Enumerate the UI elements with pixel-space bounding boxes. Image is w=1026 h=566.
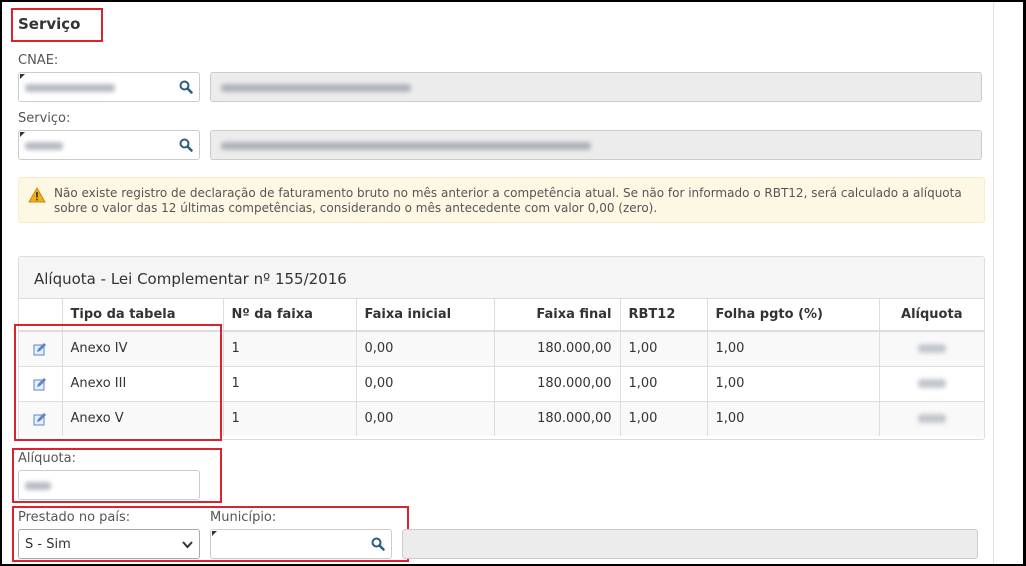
search-icon[interactable] — [179, 138, 193, 152]
servico-label: Serviço: — [18, 111, 71, 126]
aliquota-panel-title: Alíquota - Lei Complementar nº 155/2016 — [34, 270, 347, 288]
highlight-table-type-column — [14, 324, 222, 441]
search-icon[interactable] — [179, 80, 193, 94]
faixa-cell: 1 — [223, 400, 357, 436]
rbt12-warning-alert: Não existe registro de declaração de fat… — [18, 177, 985, 223]
column-header-final: Faixa final — [494, 299, 621, 332]
faixa-cell: 1 — [223, 365, 357, 401]
cnae-description — [210, 72, 982, 102]
inicial-cell: 0,00 — [356, 365, 495, 401]
cnae-description-value — [221, 84, 411, 92]
rbt12-cell: 1,00 — [620, 400, 708, 436]
column-header-rbt12: RBT12 — [620, 299, 708, 332]
servico-description — [210, 130, 982, 160]
aliquota-cell — [879, 330, 984, 366]
folha-cell: 1,00 — [707, 400, 880, 436]
chevron-down-icon — [182, 541, 193, 549]
column-header-faixa: Nº da faixa — [223, 299, 357, 332]
cnae-code-input[interactable] — [18, 72, 200, 102]
cnae-label: CNAE: — [18, 53, 59, 68]
municipio-label: Município: — [210, 510, 277, 525]
section-title: Serviço — [18, 15, 81, 33]
folha-cell: 1,00 — [707, 365, 880, 401]
prestado-selected-value: S - Sim — [25, 537, 71, 552]
aliquota-cell — [879, 400, 984, 436]
prestado-label: Prestado no país: — [18, 510, 131, 525]
aliquota-input[interactable] — [18, 470, 200, 500]
search-icon[interactable] — [371, 537, 385, 551]
warning-icon — [28, 187, 46, 203]
aliquota-label: Alíquota: — [18, 451, 77, 466]
servico-code-input[interactable] — [18, 130, 200, 160]
column-header-inicial: Faixa inicial — [356, 299, 495, 332]
servico-description-value — [221, 142, 591, 150]
rbt12-cell: 1,00 — [620, 330, 708, 366]
servico-code-value — [25, 142, 63, 150]
prestado-select[interactable]: S - Sim — [18, 529, 200, 559]
final-cell: 180.000,00 — [494, 365, 621, 401]
aliquota-cell — [879, 365, 984, 401]
column-header-aliquota: Alíquota — [879, 299, 984, 332]
cnae-code-value — [25, 84, 115, 92]
aliquota-panel-header: Alíquota - Lei Complementar nº 155/2016 — [19, 257, 984, 299]
inicial-cell: 0,00 — [356, 330, 495, 366]
warning-message: Não existe registro de declaração de fat… — [54, 186, 962, 215]
aliquota-value — [25, 482, 51, 490]
municipio-description — [402, 529, 978, 559]
folha-cell: 1,00 — [707, 330, 880, 366]
inicial-cell: 0,00 — [356, 400, 495, 436]
final-cell: 180.000,00 — [494, 330, 621, 366]
faixa-cell: 1 — [223, 330, 357, 366]
final-cell: 180.000,00 — [494, 400, 621, 436]
rbt12-cell: 1,00 — [620, 365, 708, 401]
column-header-folha: Folha pgto (%) — [707, 299, 880, 332]
content-divider — [993, 2, 994, 564]
municipio-code-input[interactable] — [210, 529, 392, 559]
